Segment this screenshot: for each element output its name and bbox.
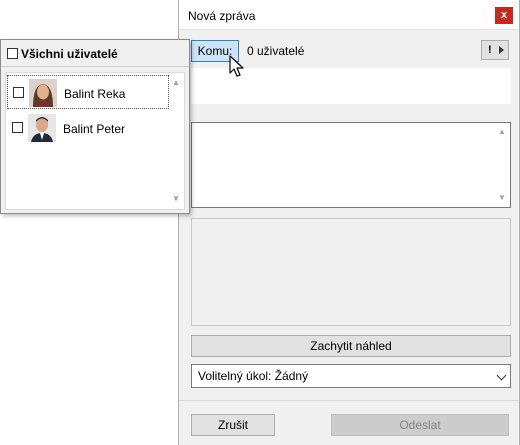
capture-preview-button[interactable]: Zachytit náhled — [191, 335, 511, 357]
list-item[interactable]: Balint Peter — [7, 111, 169, 145]
optional-task-select[interactable]: Volitelný úkol: Žádný — [191, 364, 511, 388]
optional-task-value: Volitelný úkol: Žádný — [198, 369, 309, 383]
dialog-title: Nová zpráva — [188, 9, 256, 23]
close-button[interactable]: x — [495, 7, 513, 24]
user-list: Balint Reka Balint Peter ▲ ▼ — [5, 72, 185, 210]
list-item[interactable]: Balint Reka — [7, 75, 169, 109]
user-list-scrollbar[interactable]: ▲ ▼ — [170, 75, 182, 207]
chevron-down-icon — [496, 370, 507, 381]
user-name: Balint Peter — [63, 122, 126, 136]
user-checkbox[interactable] — [12, 122, 23, 133]
cancel-button[interactable]: Zrušit — [191, 414, 275, 436]
close-icon: x — [500, 9, 508, 21]
scroll-up-icon[interactable]: ▲ — [498, 128, 506, 136]
message-scrollbar[interactable]: ▲ ▼ — [495, 124, 509, 206]
message-textarea[interactable]: ▲ ▼ — [191, 122, 511, 208]
avatar — [28, 114, 56, 142]
priority-alert-button[interactable]: ! — [481, 40, 509, 60]
mouse-pointer-icon — [229, 55, 244, 77]
scroll-down-icon[interactable]: ▼ — [498, 194, 506, 202]
scroll-up-icon[interactable]: ▲ — [172, 79, 180, 87]
select-all-checkbox[interactable] — [7, 48, 18, 59]
user-selection-popup: Všichni uživatelé Balint Reka Balint Pet… — [0, 39, 190, 214]
send-button[interactable]: Odeslat — [331, 414, 509, 436]
recipients-count: 0 uživatelé — [247, 44, 305, 58]
preview-area — [191, 218, 511, 326]
scroll-down-icon[interactable]: ▼ — [172, 195, 180, 203]
exclamation-icon: ! — [488, 44, 492, 56]
avatar — [29, 79, 57, 107]
user-name: Balint Reka — [64, 87, 126, 101]
title-bar: Nová zpráva x — [179, 0, 519, 30]
user-checkbox[interactable] — [13, 87, 24, 98]
select-all-label: Všichni uživatelé — [21, 47, 118, 61]
select-all-row[interactable]: Všichni uživatelé — [1, 40, 189, 67]
dialog-footer: Zrušit Odeslat — [179, 400, 519, 445]
dropdown-arrow-icon — [499, 46, 504, 54]
